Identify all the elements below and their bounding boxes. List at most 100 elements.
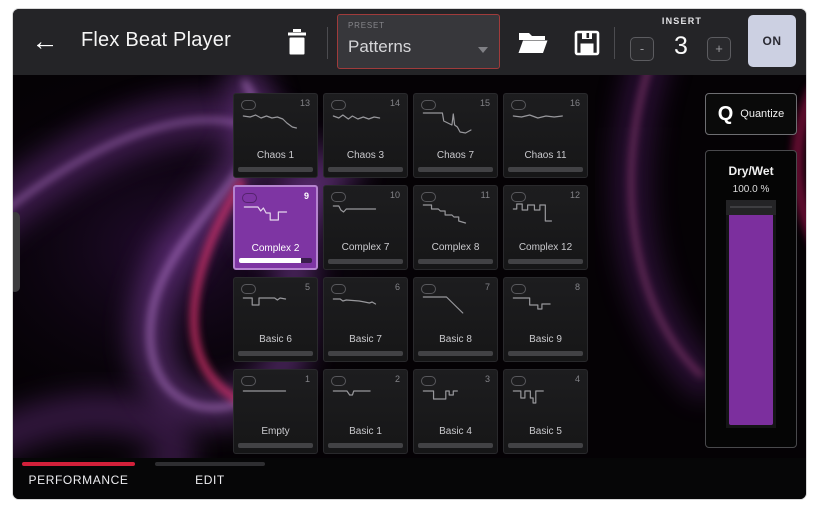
dry-wet-slider[interactable] (726, 200, 776, 428)
trash-icon[interactable] (285, 29, 309, 55)
pad-label: Basic 5 (504, 426, 587, 437)
pattern-waveform (422, 106, 490, 136)
quantize-label: Quantize (740, 108, 784, 120)
pad-bank-scrollbar[interactable] (13, 212, 20, 292)
tab-edit[interactable]: EDIT (155, 458, 265, 499)
pad-label: Basic 9 (504, 334, 587, 345)
pad-chaos-1[interactable]: 13 Chaos 1 (233, 93, 318, 178)
bottom-tab-bar: PERFORMANCE EDIT (13, 458, 806, 499)
pattern-waveform (332, 198, 400, 228)
dry-wet-slider-handle[interactable] (726, 200, 776, 215)
pattern-waveform (512, 290, 580, 320)
pad-chaos-7[interactable]: 15 Chaos 7 (413, 93, 498, 178)
pad-basic-8[interactable]: 7 Basic 8 (413, 277, 498, 362)
pad-grid: 13 Chaos 1 14 Chaos 3 15 Chaos 7 16 Chao… (233, 93, 588, 454)
pad-complex-2[interactable]: 9 Complex 2 (233, 185, 318, 270)
pad-basic-5[interactable]: 4 Basic 5 (503, 369, 588, 454)
tab-indicator (22, 462, 135, 466)
pad-progress-bar (418, 259, 493, 264)
pattern-waveform (242, 290, 310, 320)
pad-progress-bar (418, 351, 493, 356)
pad-label: Complex 2 (235, 243, 316, 254)
pad-basic-4[interactable]: 3 Basic 4 (413, 369, 498, 454)
pattern-waveform (512, 198, 580, 228)
dry-wet-label: Dry/Wet (706, 164, 796, 178)
pad-progress-bar (508, 351, 583, 356)
pad-label: Basic 7 (324, 334, 407, 345)
pad-label: Basic 4 (414, 426, 497, 437)
pad-basic-1[interactable]: 2 Basic 1 (323, 369, 408, 454)
preset-dropdown[interactable]: PRESET Patterns (337, 14, 500, 69)
pattern-waveform (332, 106, 400, 136)
divider (327, 27, 328, 59)
pad-empty[interactable]: 1 Empty (233, 369, 318, 454)
pad-progress-bar (508, 259, 583, 264)
pad-progress-bar (328, 259, 403, 264)
pad-basic-7[interactable]: 6 Basic 7 (323, 277, 408, 362)
pattern-waveform (243, 199, 311, 229)
pad-basic-9[interactable]: 8 Basic 9 (503, 277, 588, 362)
pad-label: Complex 7 (324, 242, 407, 253)
preset-value: Patterns (348, 37, 411, 57)
insert-control: INSERT - 3 + (629, 16, 735, 68)
pad-label: Chaos 3 (324, 150, 407, 161)
pad-progress-bar (508, 167, 583, 172)
pattern-waveform (242, 382, 310, 412)
tab-indicator (155, 462, 265, 466)
pad-progress-bar (238, 351, 313, 356)
dry-wet-slider-fill (729, 215, 773, 425)
pad-complex-8[interactable]: 11 Complex 8 (413, 185, 498, 270)
pattern-waveform (422, 382, 490, 412)
pad-basic-6[interactable]: 5 Basic 6 (233, 277, 318, 362)
pad-chaos-3[interactable]: 14 Chaos 3 (323, 93, 408, 178)
insert-label: INSERT (629, 16, 735, 26)
pad-complex-12[interactable]: 12 Complex 12 (503, 185, 588, 270)
pad-progress-bar (328, 351, 403, 356)
preset-label: PRESET (348, 21, 385, 30)
pad-progress-bar (508, 443, 583, 448)
pattern-waveform (242, 106, 310, 136)
chevron-down-icon (478, 47, 488, 53)
page-title: Flex Beat Player (81, 29, 231, 52)
pad-progress-bar (238, 443, 313, 448)
pad-label: Complex 12 (504, 242, 587, 253)
open-folder-icon[interactable] (518, 32, 548, 54)
dry-wet-value: 100.0 % (706, 184, 796, 195)
pad-label: Basic 6 (234, 334, 317, 345)
pad-progress-bar (328, 167, 403, 172)
pad-progress-bar (418, 167, 493, 172)
dry-wet-panel: Dry/Wet 100.0 % (705, 150, 797, 448)
pad-label: Chaos 11 (504, 150, 587, 161)
insert-decrement-button[interactable]: - (630, 37, 654, 61)
top-bar: ← Flex Beat Player PRESET Patterns (13, 9, 806, 75)
divider (614, 27, 615, 59)
insert-increment-button[interactable]: + (707, 37, 731, 61)
pad-progress-bar (328, 443, 403, 448)
pad-complex-7[interactable]: 10 Complex 7 (323, 185, 408, 270)
quantize-button[interactable]: Q Quantize (705, 93, 797, 135)
pad-chaos-11[interactable]: 16 Chaos 11 (503, 93, 588, 178)
pad-label: Chaos 7 (414, 150, 497, 161)
back-arrow-icon[interactable]: ← (29, 25, 61, 57)
pad-progress-fill (239, 258, 301, 263)
insert-value: 3 (659, 32, 703, 61)
pad-progress-bar (418, 443, 493, 448)
pattern-waveform (422, 198, 490, 228)
pad-label: Basic 8 (414, 334, 497, 345)
pad-label: Basic 1 (324, 426, 407, 437)
pattern-waveform (332, 290, 400, 320)
pattern-waveform (512, 382, 580, 412)
pad-progress-bar (239, 258, 312, 263)
pad-label: Chaos 1 (234, 150, 317, 161)
pattern-waveform (422, 290, 490, 320)
pad-label: Complex 8 (414, 242, 497, 253)
tab-performance[interactable]: PERFORMANCE (22, 458, 135, 499)
pad-progress-bar (238, 167, 313, 172)
pattern-waveform (332, 382, 400, 412)
pattern-waveform (512, 106, 580, 136)
save-icon[interactable] (574, 30, 600, 56)
pad-label: Empty (234, 426, 317, 437)
on-toggle-button[interactable]: ON (748, 15, 796, 67)
q-logo-icon: Q (718, 103, 734, 126)
main-stage: 13 Chaos 1 14 Chaos 3 15 Chaos 7 16 Chao… (13, 75, 806, 458)
